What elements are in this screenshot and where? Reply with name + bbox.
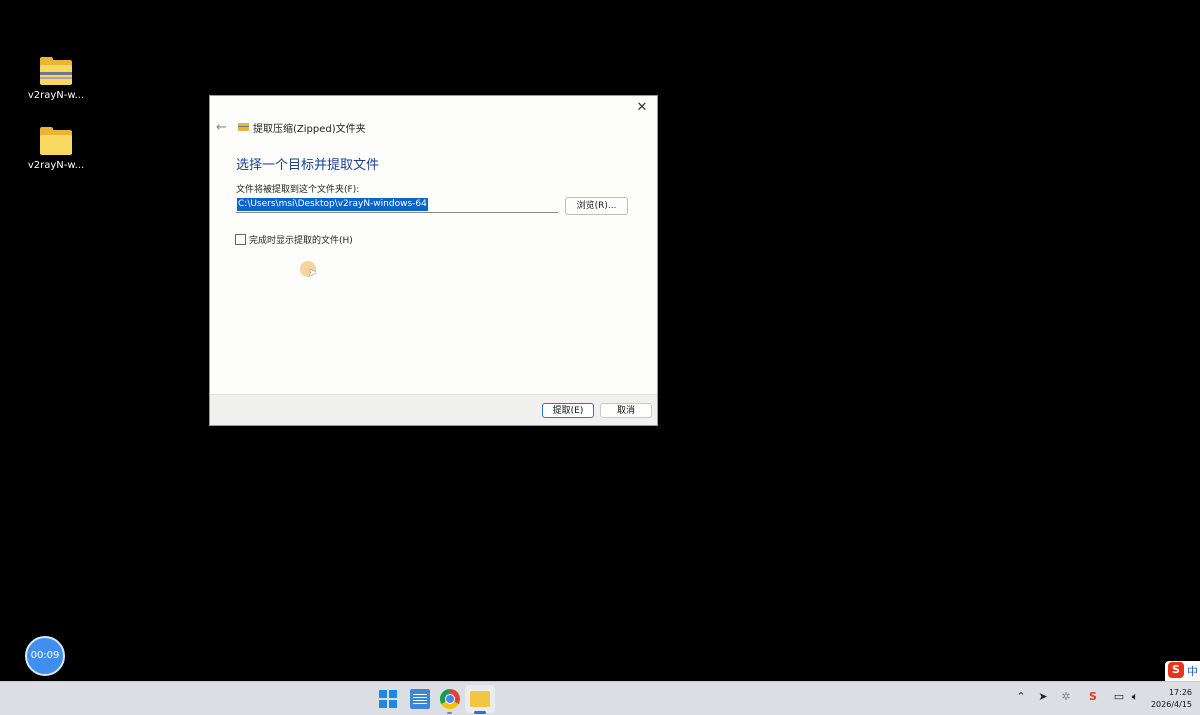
clock-date: 2026/4/15 (1150, 700, 1192, 709)
ime-toolbar[interactable]: S 中 (1165, 661, 1200, 681)
start-icon[interactable] (378, 689, 398, 709)
show-files-checkbox[interactable] (235, 234, 246, 245)
destination-path-selection[interactable]: C:\Users\msi\Desktop\v2rayN-windows-64 (237, 198, 428, 211)
show-files-label: 完成时显示提取的文件(H) (249, 236, 353, 246)
mouse-cursor-icon: ➤ (308, 266, 318, 279)
chrome-icon[interactable] (440, 689, 460, 709)
dialog-footer: 提取(E) 取消 (210, 394, 657, 425)
extract-button[interactable]: 提取(E) (542, 403, 594, 418)
browse-button[interactable]: 浏览(R)... (565, 197, 628, 215)
extract-dialog: ✕ ← 提取压缩(Zipped)文件夹 选择一个目标并提取文件 文件将被提取到这… (209, 95, 658, 426)
chevron-up-icon[interactable]: ⌃ (1013, 690, 1029, 703)
volume-icon[interactable]: 🔈︎ (1127, 690, 1143, 704)
breadcrumb: ← 提取压缩(Zipped)文件夹 (216, 119, 366, 135)
notepad-icon[interactable] (410, 689, 430, 709)
cancel-button[interactable]: 取消 (600, 403, 652, 418)
folder-icon (40, 127, 72, 156)
sogou-ime-icon[interactable]: S (1085, 690, 1101, 703)
page-title: 选择一个目标并提取文件 (236, 158, 380, 173)
back-arrow-icon[interactable]: ← (216, 120, 230, 135)
zip-folder-icon (40, 57, 72, 86)
close-button[interactable]: ✕ (633, 99, 651, 117)
breadcrumb-title: 提取压缩(Zipped)文件夹 (253, 123, 366, 135)
taskbar: ⌃ ➤ ✲ S ▭ 🔈︎ 17:26 2026/4/15 (0, 681, 1200, 715)
zip-folder-icon (238, 123, 249, 131)
desktop-icon-zip[interactable]: v2rayN-w... (26, 57, 86, 101)
network-app-icon[interactable]: ✲ (1058, 690, 1074, 703)
telegram-icon[interactable]: ➤ (1035, 690, 1051, 703)
desktop-icon-label: v2rayN-w... (27, 90, 85, 101)
desktop-icon-label: v2rayN-w... (27, 160, 85, 171)
clock-time: 17:26 (1168, 688, 1192, 697)
destination-label: 文件将被提取到这个文件夹(F): (236, 185, 360, 195)
clock[interactable]: 17:26 2026/4/15 (1151, 687, 1192, 711)
file-explorer-icon[interactable] (470, 691, 490, 707)
sogou-logo-icon: S (1168, 662, 1184, 678)
wifi-icon[interactable]: ▭ (1111, 690, 1127, 703)
recording-timer[interactable]: 00:09 (25, 636, 65, 676)
show-files-option[interactable]: 完成时显示提取的文件(H) (235, 233, 353, 246)
ime-mode-label[interactable]: 中 (1187, 663, 1198, 679)
desktop-icon-folder[interactable]: v2rayN-w... (26, 127, 86, 171)
